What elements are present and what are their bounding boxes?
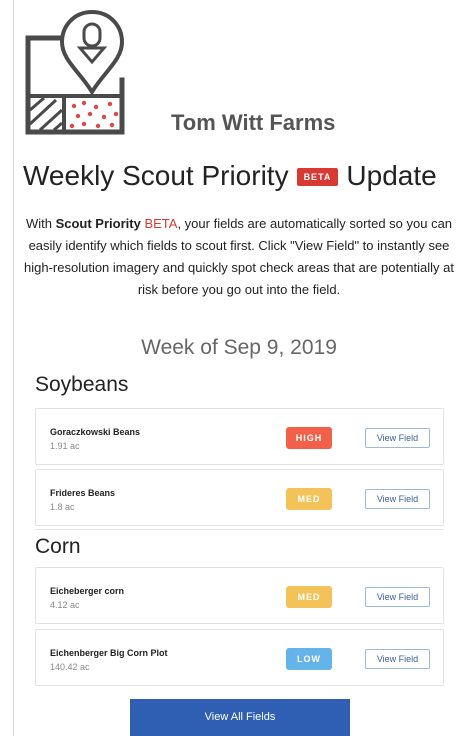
priority-badge: MED: [286, 586, 332, 608]
field-card: Eicheberger corn 4.12 ac MED View Field: [35, 567, 444, 624]
field-name: Eichenberger Big Corn Plot: [50, 648, 168, 658]
field-card: Eichenberger Big Corn Plot 140.42 ac LOW…: [35, 629, 444, 686]
view-field-button[interactable]: View Field: [365, 489, 430, 509]
field-name: Eicheberger corn: [50, 586, 125, 596]
section-title-corn: Corn: [35, 535, 81, 558]
page-title: Weekly Scout Priority BETA Update: [23, 160, 453, 192]
field-acres: 1.91 ac: [50, 441, 80, 451]
field-acres: 1.8 ac: [50, 502, 75, 512]
field-name: Goraczkowski Beans: [50, 427, 141, 437]
intro-paragraph: With Scout Priority BETA, your fields ar…: [22, 213, 456, 301]
section-title-soybeans: Soybeans: [35, 373, 129, 396]
title-text-before: Weekly Scout Priority: [23, 160, 289, 191]
farm-name: Tom Witt Farms: [171, 110, 336, 135]
field-acres: 140.42 ac: [50, 662, 90, 672]
priority-badge: LOW: [286, 648, 332, 670]
view-field-button[interactable]: View Field: [365, 587, 430, 607]
field-name: Frideres Beans: [50, 488, 116, 498]
priority-badge: MED: [286, 488, 332, 510]
intro-part1: With: [25, 216, 56, 231]
farm-map-pin-logo: [25, 9, 125, 135]
field-card: Frideres Beans 1.8 ac MED View Field: [35, 469, 444, 526]
email-frame: Tom Witt Farms Weekly Scout Priority BET…: [13, 0, 463, 736]
beta-badge: BETA: [296, 168, 339, 186]
section-divider: [35, 529, 444, 530]
title-text-after: Update: [346, 160, 437, 191]
priority-badge: HIGH: [286, 427, 332, 449]
week-label: Week of Sep 9, 2019: [141, 336, 337, 359]
field-card: Goraczkowski Beans 1.91 ac HIGH View Fie…: [35, 408, 444, 465]
field-acres: 4.12 ac: [50, 600, 80, 610]
view-field-button[interactable]: View Field: [365, 428, 430, 448]
view-field-button[interactable]: View Field: [365, 649, 430, 669]
view-all-fields-button[interactable]: View All Fields: [130, 699, 350, 736]
intro-beta-label: BETA: [144, 216, 178, 231]
intro-product-name: Scout Priority: [55, 216, 141, 231]
